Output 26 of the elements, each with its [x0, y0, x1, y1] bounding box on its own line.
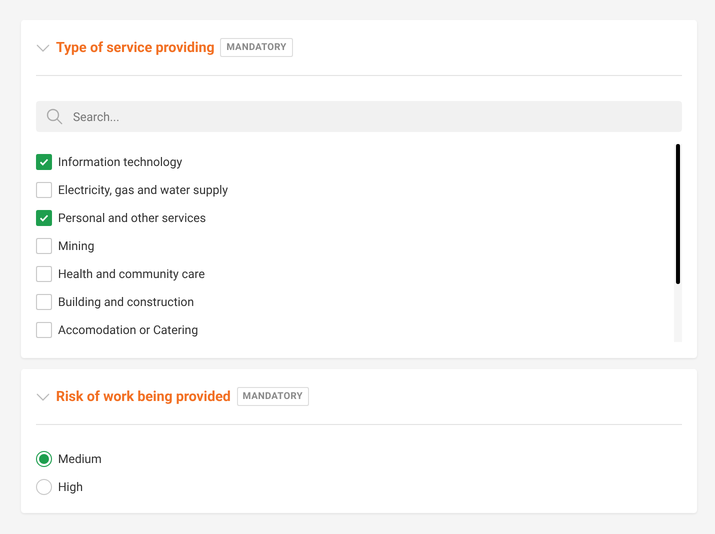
option-label: Building and construction: [58, 295, 194, 309]
option-label: Health and community care: [58, 267, 205, 281]
checkbox[interactable]: [36, 154, 52, 170]
option-label: Medium: [58, 452, 102, 466]
checkbox[interactable]: [36, 322, 52, 338]
radio-button[interactable]: [36, 451, 52, 467]
checkbox[interactable]: [36, 182, 52, 198]
option-label: Accomodation or Catering: [58, 323, 198, 337]
check-icon: [39, 213, 49, 223]
mandatory-badge: MANDATORY: [220, 38, 293, 57]
mandatory-badge: MANDATORY: [236, 387, 309, 406]
checkbox[interactable]: [36, 266, 52, 282]
checkbox[interactable]: [36, 210, 52, 226]
section-title: Type of service providing: [56, 40, 214, 56]
option-label: High: [58, 480, 83, 494]
radio-button[interactable]: [36, 479, 52, 495]
checkbox[interactable]: [36, 294, 52, 310]
option-label: Information technology: [58, 155, 182, 169]
option-label: Electricity, gas and water supply: [58, 183, 228, 197]
checkbox[interactable]: [36, 238, 52, 254]
search-field[interactable]: Search...: [36, 101, 682, 132]
scrollbar-thumb[interactable]: [676, 144, 680, 284]
option-label: Mining: [58, 239, 94, 253]
check-icon: [39, 157, 49, 167]
section-title: Risk of work being provided: [56, 388, 231, 404]
option-label: Personal and other services: [58, 211, 206, 225]
